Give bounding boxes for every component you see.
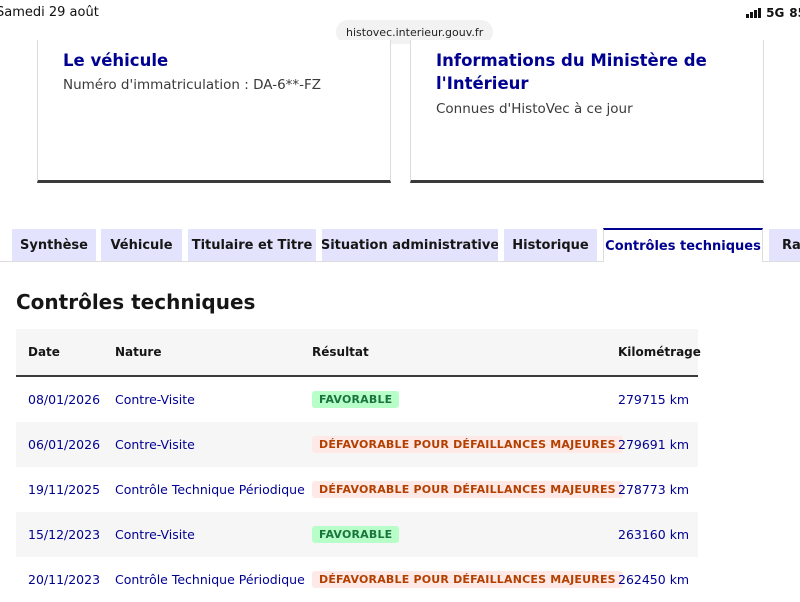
tab-controles-techniques[interactable]: Contrôles techniques [603,228,763,262]
table-row: 15/12/2023 Contre-Visite FAVORABLE 26316… [16,512,698,557]
row-date: 19/11/2025 [28,482,101,497]
vehicle-card: Le véhicule Numéro d'immatriculation : D… [37,40,391,183]
row-mileage: 278773 km [618,482,690,497]
ministry-card: Informations du Ministère de l'Intérieur… [410,40,764,183]
vehicle-card-title: Le véhicule [63,51,169,70]
tab-rapport[interactable]: Rapport [769,229,800,261]
tab-synthese[interactable]: Synthèse [12,229,96,261]
result-badge: FAVORABLE [312,391,400,408]
tab-situation-administrative[interactable]: Situation administrative [322,229,498,261]
result-badge: DÉFAVORABLE POUR DÉFAILLANCES MAJEURES [312,571,623,588]
table-row: 20/11/2023 Contrôle Technique Périodique… [16,557,698,602]
tab-vehicule[interactable]: Véhicule [101,229,182,261]
header-date: Date [28,345,60,359]
result-badge: FAVORABLE [312,526,400,543]
row-mileage: 263160 km [618,527,690,542]
status-indicators: 5G 85 [746,6,800,20]
table-row: 19/11/2025 Contrôle Technique Périodique… [16,467,698,512]
signal-icon [746,8,762,18]
result-badge: DÉFAVORABLE POUR DÉFAILLANCES MAJEURES [312,481,623,498]
row-nature: Contre-Visite [115,392,195,407]
status-time: Samedi 29 août [0,5,99,20]
ministry-card-title-line2: l'Intérieur [436,74,529,93]
row-date: 08/01/2026 [28,392,101,407]
url-text: histovec.interieur.gouv.fr [346,25,484,39]
network-label: 5G [766,6,785,20]
vehicle-plate-text: Numéro d'immatriculation : DA-6**-FZ [63,77,322,93]
controls-table: Date Nature Résultat Kilométrage 08/01/2… [16,329,701,602]
header-mileage: Kilométrage [618,345,701,359]
table-row: 08/01/2026 Contre-Visite FAVORABLE 27971… [16,377,698,422]
row-mileage: 262450 km [618,572,690,587]
battery-level: 85 [789,6,800,20]
header-nature: Nature [115,345,162,359]
result-badge: DÉFAVORABLE POUR DÉFAILLANCES MAJEURES [312,436,623,453]
header-result: Résultat [312,345,369,359]
row-date: 15/12/2023 [28,527,101,542]
row-mileage: 279691 km [618,437,690,452]
row-mileage: 279715 km [618,392,690,407]
row-nature: Contre-Visite [115,437,195,452]
row-date: 20/11/2023 [28,572,101,587]
tab-titulaire-titre[interactable]: Titulaire et Titre [188,229,316,261]
table-row: 06/01/2026 Contre-Visite DÉFAVORABLE POU… [16,422,698,467]
tab-historique[interactable]: Historique [504,229,597,261]
row-nature: Contre-Visite [115,527,195,542]
section-title: Contrôles techniques [16,290,256,314]
ministry-card-title-line1: Informations du Ministère de [436,51,707,70]
row-date: 06/01/2026 [28,437,101,452]
row-nature: Contrôle Technique Périodique [115,572,305,587]
ministry-card-text: Connues d'HistoVec à ce jour [436,101,633,117]
row-nature: Contrôle Technique Périodique [115,482,305,497]
table-header: Date Nature Résultat Kilométrage [16,329,701,377]
